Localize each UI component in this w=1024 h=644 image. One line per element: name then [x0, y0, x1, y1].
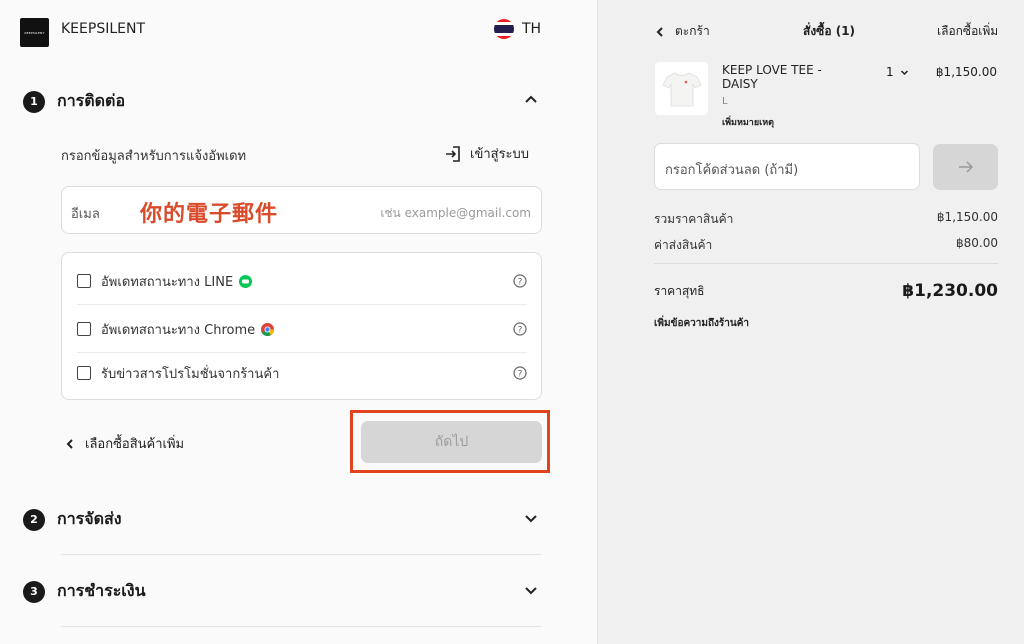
step-title: การติดต่อ	[57, 91, 126, 110]
chevron-down-icon[interactable]	[523, 582, 539, 598]
email-value: 你的電子郵件	[140, 202, 279, 227]
chevron-left-icon	[656, 26, 663, 37]
email-label: อีเมล	[71, 207, 100, 222]
email-placeholder: เช่น example@gmail.com	[380, 206, 531, 220]
language-code: TH	[522, 21, 542, 37]
login-link[interactable]: เข้าสู่ระบบ	[444, 143, 529, 164]
option-line-updates[interactable]: อัพเดทสถานะทาง LINE ?	[77, 257, 527, 305]
step-title: การจัดส่ง	[57, 509, 122, 528]
subtotal-row: รวมราคาสินค้า ฿1,150.00	[654, 210, 998, 229]
contact-instruction: กรอกข้อมูลสำหรับการแจ้งอัพเดท	[61, 149, 247, 164]
language-selector[interactable]: TH	[494, 19, 541, 39]
store-name: KEEPSILENT	[61, 21, 145, 37]
step-payment-header[interactable]: 3 การชำระเงิน	[23, 579, 146, 604]
line-icon	[239, 274, 253, 288]
product-variant: L	[722, 96, 728, 107]
arrow-right-icon	[958, 161, 973, 173]
divider	[654, 263, 998, 264]
cart-label: ตะกร้า	[675, 24, 710, 38]
option-label: อัพเดทสถานะทาง LINE	[101, 274, 234, 290]
add-message-link[interactable]: เพิ่มข้อความถึงร้านค้า	[654, 316, 749, 331]
help-icon[interactable]: ?	[513, 274, 527, 288]
shop-more-link[interactable]: เลือกซื้อเพิ่ม	[937, 22, 998, 41]
divider	[61, 554, 541, 555]
subtotal-label: รวมราคาสินค้า	[654, 212, 734, 226]
continue-shopping-label: เลือกซื้อสินค้าเพิ่ม	[85, 437, 185, 452]
step-shipping-header[interactable]: 2 การจัดส่ง	[23, 507, 122, 532]
option-label: รับข่าวสารโปรโมชั่นจากร้านค้า	[101, 366, 280, 382]
checkbox[interactable]	[77, 366, 91, 380]
subtotal-value: ฿1,150.00	[936, 210, 998, 224]
product-thumbnail[interactable]	[655, 62, 708, 115]
option-label: อัพเดทสถานะทาง Chrome	[101, 322, 256, 338]
email-field[interactable]: อีเมล 你的電子郵件 เช่น example@gmail.com	[61, 186, 542, 234]
step-contact-header[interactable]: 1 การติดต่อ	[23, 89, 125, 114]
tshirt-image	[661, 72, 702, 106]
next-button[interactable]: ถัดไป	[361, 421, 542, 463]
checkbox[interactable]	[77, 322, 91, 336]
product-name: KEEP LOVE TEE - DAISY	[722, 63, 822, 91]
step-title: การชำระเงิน	[57, 581, 146, 600]
checkbox[interactable]	[77, 274, 91, 288]
chevron-down-icon[interactable]	[523, 510, 539, 526]
notification-options: อัพเดทสถานะทาง LINE ? อัพเดทสถานะทาง Chr…	[61, 252, 542, 400]
quantity-selector[interactable]: 1	[886, 65, 909, 79]
quantity-value: 1	[886, 65, 894, 79]
option-chrome-updates[interactable]: อัพเดทสถานะทาง Chrome ?	[77, 305, 527, 353]
help-icon[interactable]: ?	[513, 366, 527, 380]
product-price: ฿1,150.00	[935, 65, 997, 79]
total-value: ฿1,230.00	[902, 281, 998, 301]
step-number: 1	[23, 90, 45, 113]
shipping-label: ค่าส่งสินค้า	[654, 238, 713, 252]
shipping-value: ฿80.00	[956, 236, 998, 250]
chrome-icon	[261, 322, 275, 336]
shipping-row: ค่าส่งสินค้า ฿80.00	[654, 236, 998, 255]
logo-text: KEEPSILENT	[24, 30, 45, 35]
apply-coupon-button[interactable]	[933, 144, 998, 190]
continue-shopping-link[interactable]: เลือกซื้อสินค้าเพิ่ม	[65, 433, 184, 454]
step-number: 3	[23, 580, 45, 603]
svg-text:?: ?	[518, 370, 523, 380]
login-label: เข้าสู่ระบบ	[470, 147, 530, 162]
add-note-link[interactable]: เพิ่มหมายเหตุ	[722, 115, 774, 129]
total-row: ราคาสุทธิ ฿1,230.00	[654, 281, 998, 301]
step-number: 2	[23, 508, 45, 531]
order-summary-panel: ตะกร้า สั่งซื้อ (1) เลือกซื้อเพิ่ม KEEP …	[597, 0, 1024, 644]
total-label: ราคาสุทธิ	[654, 283, 705, 298]
coupon-input[interactable]: กรอกโค้ดส่วนลด (ถ้ามี)	[654, 143, 920, 190]
chevron-up-icon[interactable]	[523, 92, 539, 108]
svg-text:?: ?	[518, 326, 523, 336]
option-promotions[interactable]: รับข่าวสารโปรโมชั่นจากร้านค้า ?	[77, 349, 527, 397]
checkout-form-panel: KEEPSILENT KEEPSILENT TH 1 การติดต่อ กรอ…	[0, 0, 597, 644]
store-logo[interactable]: KEEPSILENT	[20, 18, 49, 47]
cart-back-link[interactable]: ตะกร้า	[656, 22, 710, 41]
order-count: สั่งซื้อ (1)	[803, 24, 856, 38]
chevron-down-icon	[900, 69, 908, 75]
svg-text:?: ?	[518, 278, 523, 288]
help-icon[interactable]: ?	[513, 322, 527, 336]
divider	[61, 626, 541, 627]
thailand-flag-icon	[494, 19, 514, 39]
login-icon	[446, 145, 460, 162]
chevron-left-icon	[66, 438, 73, 449]
coupon-placeholder: กรอกโค้ดส่วนลด (ถ้ามี)	[665, 163, 799, 178]
